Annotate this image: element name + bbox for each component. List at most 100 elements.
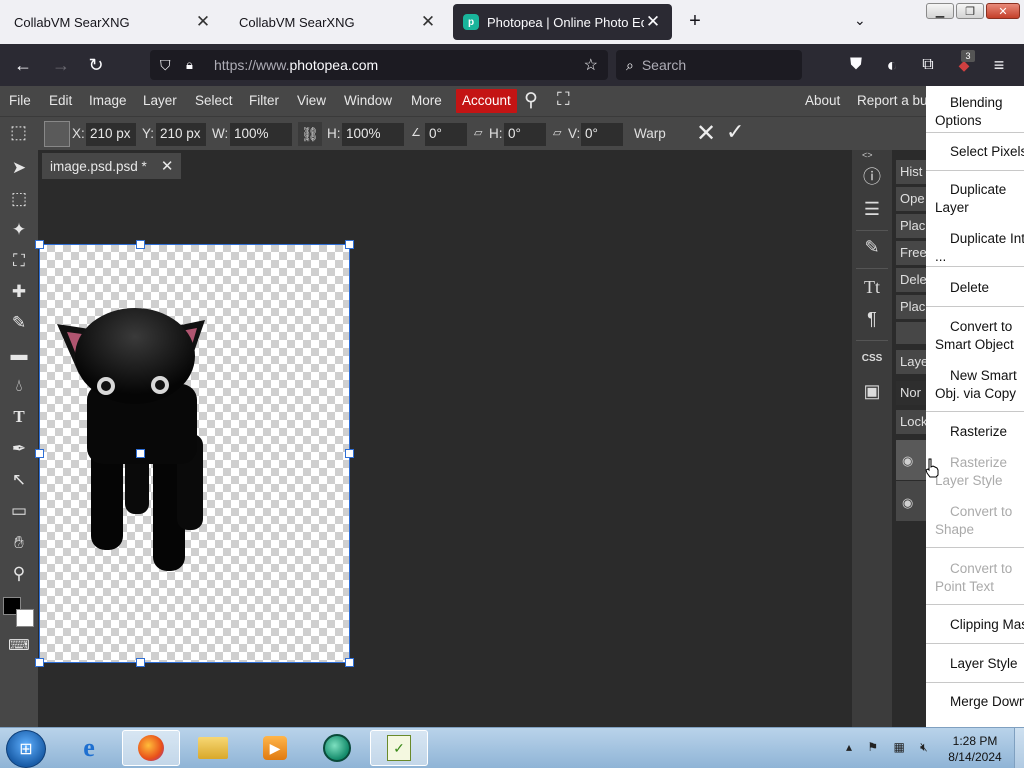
- marquee-tool-icon[interactable]: ⬚: [7, 187, 31, 211]
- document-tab[interactable]: image.psd.psd * ✕: [42, 153, 182, 179]
- reload-icon[interactable]: ↻: [85, 54, 107, 76]
- hamburger-menu-icon[interactable]: ≡: [988, 54, 1010, 76]
- theme-circle-icon[interactable]: ◐: [881, 54, 903, 76]
- commit-check-icon[interactable]: ✓: [726, 119, 744, 145]
- menu-report-bug[interactable]: Report a bu: [857, 93, 928, 108]
- history-item[interactable]: Plac: [896, 214, 926, 238]
- menu-view[interactable]: View: [297, 93, 326, 108]
- cancel-x-icon[interactable]: ✕: [696, 119, 716, 148]
- menu-item-clipping-mask[interactable]: Clipping Mask: [926, 616, 1024, 634]
- url-bar[interactable]: ⛉ 🔒︎ https://www.photopea.com ☆: [150, 50, 608, 80]
- browser-tab-active[interactable]: p Photopea | Online Photo Editor ✕: [453, 4, 672, 40]
- background-color-swatch[interactable]: [16, 609, 34, 627]
- account-button[interactable]: Account: [456, 89, 517, 113]
- chevron-down-icon[interactable]: ⌄: [854, 12, 866, 29]
- history-item[interactable]: Free: [896, 241, 926, 265]
- move-tool-icon[interactable]: ➤: [7, 156, 31, 180]
- css-icon[interactable]: CSS: [861, 348, 883, 370]
- height-field[interactable]: 100%: [342, 123, 404, 146]
- document-canvas[interactable]: [39, 244, 350, 663]
- pen-tool-icon[interactable]: ✒: [7, 437, 31, 461]
- skew-h-field[interactable]: 0°: [504, 123, 546, 146]
- menu-filter[interactable]: Filter: [249, 93, 279, 108]
- menu-more[interactable]: More: [411, 93, 442, 108]
- menu-window[interactable]: Window: [344, 93, 392, 108]
- close-icon[interactable]: ✕: [194, 12, 212, 32]
- menu-item-select-pixels[interactable]: Select Pixels: [926, 143, 1024, 161]
- history-item[interactable]: Dele: [896, 268, 926, 292]
- menu-item-blending-options[interactable]: Blending Options: [926, 94, 1024, 130]
- clock[interactable]: 1:28 PM 8/14/2024: [940, 733, 1010, 765]
- menu-select[interactable]: Select: [195, 93, 233, 108]
- menu-layer[interactable]: Layer: [143, 93, 177, 108]
- adjustments-icon[interactable]: ☰: [861, 198, 883, 220]
- eye-visibility-icon[interactable]: ◉: [902, 453, 913, 469]
- media-player-icon[interactable]: ▶: [246, 730, 304, 766]
- menu-file[interactable]: File: [9, 93, 31, 108]
- info-icon[interactable]: ⓘ: [861, 166, 883, 188]
- pocket-icon[interactable]: ⛊: [845, 54, 867, 76]
- skew-v-field[interactable]: 0°: [581, 123, 623, 146]
- app-globe-icon[interactable]: [308, 730, 366, 766]
- brush-tool-icon[interactable]: ✎: [7, 311, 31, 335]
- paragraph-icon[interactable]: ¶: [861, 308, 883, 330]
- system-tray[interactable]: ▴ ⚑ ▦ 🔇︎: [846, 740, 934, 755]
- healing-tool-icon[interactable]: ✚: [7, 280, 31, 304]
- collapse-arrows-icon[interactable]: <>: [862, 150, 873, 160]
- text-tool-icon[interactable]: T: [7, 405, 31, 429]
- close-icon[interactable]: ✕: [644, 12, 662, 32]
- keyboard-icon[interactable]: ⌨: [7, 634, 31, 658]
- angle-field[interactable]: 0°: [425, 123, 467, 146]
- browser-tab[interactable]: CollabVM SearXNG ✕: [229, 4, 447, 40]
- search-input[interactable]: ⌕ Search: [616, 50, 802, 80]
- character-icon[interactable]: Tt: [861, 276, 883, 298]
- menu-item-convert-smart-object[interactable]: Convert to Smart Object: [926, 318, 1024, 354]
- url-text[interactable]: https://www.photopea.com: [214, 57, 378, 73]
- brush-settings-icon[interactable]: ✎: [861, 236, 883, 258]
- close-icon[interactable]: ✕: [161, 157, 174, 175]
- window-close-button[interactable]: ✕: [986, 3, 1020, 19]
- internet-explorer-icon[interactable]: e: [60, 730, 118, 766]
- minimize-button[interactable]: ▁: [926, 3, 954, 19]
- image-icon[interactable]: ▣: [861, 380, 883, 402]
- y-field[interactable]: 210 px: [156, 123, 206, 146]
- width-field[interactable]: 100%: [230, 123, 292, 146]
- menu-item-new-smart-obj-via-copy[interactable]: New Smart Obj. via Copy: [926, 367, 1024, 403]
- blur-drop-tool-icon[interactable]: 💧︎: [7, 374, 31, 398]
- maximize-button[interactable]: ❐: [956, 3, 984, 19]
- close-icon[interactable]: ✕: [419, 12, 437, 32]
- zoom-tool-icon[interactable]: ⚲: [7, 562, 31, 586]
- history-item[interactable]: Plac: [896, 295, 926, 319]
- menu-image[interactable]: Image: [89, 93, 127, 108]
- x-field[interactable]: 210 px: [86, 123, 136, 146]
- back-arrow-icon[interactable]: ←: [12, 54, 34, 76]
- menu-about[interactable]: About: [805, 93, 840, 108]
- blend-mode-select[interactable]: Nor: [896, 381, 926, 405]
- browser-tab[interactable]: CollabVM SearXNG ✕: [4, 4, 222, 40]
- gradient-tool-icon[interactable]: ▬: [7, 343, 31, 367]
- start-button[interactable]: ⊞: [6, 730, 46, 768]
- magic-wand-tool-icon[interactable]: ✦: [7, 218, 31, 242]
- rectangle-shape-tool-icon[interactable]: ▭: [7, 499, 31, 523]
- menu-item-duplicate-into[interactable]: Duplicate Into...: [926, 230, 1024, 266]
- menu-item-layer-style[interactable]: Layer Style: [926, 655, 1024, 673]
- menu-item-merge-down[interactable]: Merge Down: [926, 693, 1024, 711]
- eye-visibility-icon[interactable]: ◉: [902, 495, 913, 511]
- reference-point-icon[interactable]: [44, 121, 70, 147]
- history-item[interactable]: Ope: [896, 187, 926, 211]
- layers-tab[interactable]: Laye: [896, 350, 926, 374]
- menu-item-delete[interactable]: Delete: [926, 279, 1024, 297]
- bookmark-star-icon[interactable]: ☆: [584, 55, 598, 75]
- link-icon[interactable]: ⛓: [298, 122, 322, 146]
- hand-tool-icon[interactable]: ✋︎: [7, 531, 31, 555]
- firefox-taskbar-button[interactable]: [122, 730, 180, 766]
- shield-icon[interactable]: ⛉: [160, 57, 176, 74]
- task-manager-taskbar-button[interactable]: ✓: [370, 730, 428, 766]
- warp-button[interactable]: Warp: [634, 126, 666, 141]
- extensions-puzzle-icon[interactable]: ⧉: [917, 54, 939, 76]
- history-tab[interactable]: Hist: [896, 160, 926, 184]
- new-tab-plus-icon[interactable]: +: [684, 10, 706, 33]
- show-desktop-button[interactable]: [1014, 728, 1024, 768]
- forward-arrow-icon[interactable]: →: [50, 54, 72, 76]
- lock-icon[interactable]: 🔒︎: [186, 57, 202, 73]
